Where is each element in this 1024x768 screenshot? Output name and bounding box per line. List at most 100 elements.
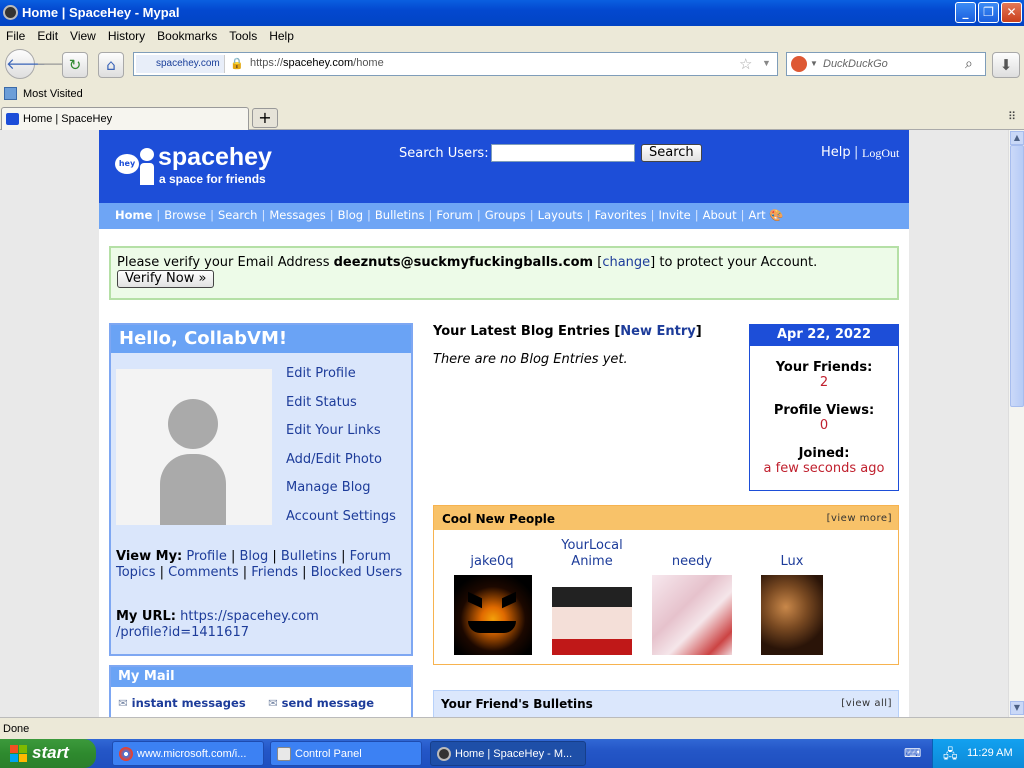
new-tab-button[interactable]: + bbox=[252, 108, 278, 128]
taskbar-item-spacehey[interactable]: Home | SpaceHey - M... bbox=[430, 741, 586, 766]
edit-links-link[interactable]: Edit Your Links bbox=[286, 423, 381, 438]
new-entry-link[interactable]: New Entry bbox=[620, 324, 695, 339]
avatar[interactable] bbox=[116, 369, 272, 525]
help-link[interactable]: Help bbox=[821, 145, 851, 160]
view-profile-link[interactable]: Profile bbox=[186, 549, 226, 564]
change-email-link[interactable]: change bbox=[602, 255, 650, 270]
account-settings-link[interactable]: Account Settings bbox=[286, 509, 396, 524]
keyboard-icon[interactable]: ⌨ bbox=[904, 746, 921, 760]
search-input[interactable]: DuckDuckGo bbox=[823, 58, 888, 70]
edit-profile-link[interactable]: Edit Profile bbox=[286, 366, 356, 381]
friends-count: 2 bbox=[819, 375, 829, 390]
view-blog-link[interactable]: Blog bbox=[239, 549, 268, 564]
minimize-button[interactable]: _ bbox=[955, 2, 976, 23]
nav-favorites[interactable]: Favorites bbox=[595, 208, 647, 222]
envelope-icon: ✉ bbox=[118, 696, 128, 710]
edit-photo-link[interactable]: Add/Edit Photo bbox=[286, 452, 382, 467]
nav-blog[interactable]: Blog bbox=[338, 208, 363, 222]
search-users-input[interactable] bbox=[491, 144, 635, 162]
search-icon[interactable]: ⌕ bbox=[965, 55, 973, 72]
person-photo-needy[interactable] bbox=[652, 575, 732, 655]
menu-history[interactable]: History bbox=[102, 26, 151, 43]
stats-box: Apr 22, 2022 Your Friends: 2 Profile Vie… bbox=[749, 324, 899, 491]
instant-messages-link[interactable]: instant messages bbox=[132, 696, 246, 710]
start-button[interactable]: start bbox=[0, 739, 96, 768]
site-identity-badge[interactable]: spacehey.com bbox=[136, 55, 225, 73]
view-comments-link[interactable]: Comments bbox=[168, 565, 238, 580]
person-card-needy[interactable]: needy bbox=[644, 554, 740, 569]
network-icon[interactable]: 🖧 bbox=[943, 745, 958, 767]
person-photo-jake0q[interactable] bbox=[454, 575, 532, 655]
site-header: hey spacehey a space for friends Search … bbox=[99, 130, 909, 203]
menu-edit[interactable]: Edit bbox=[31, 26, 64, 43]
person-card-yourlocal-anime[interactable]: YourLocal Anime bbox=[544, 538, 640, 570]
logo-name[interactable]: spacehey bbox=[158, 143, 272, 172]
scroll-up-arrow-icon[interactable]: ▲ bbox=[1010, 131, 1024, 145]
view-all-link[interactable]: [view all] bbox=[841, 698, 892, 709]
clock[interactable]: 11:29 AM bbox=[967, 747, 1013, 759]
view-blocked-users-link[interactable]: Blocked Users bbox=[311, 565, 402, 580]
manage-blog-link[interactable]: Manage Blog bbox=[286, 480, 371, 495]
scrollbar-thumb[interactable] bbox=[1010, 145, 1024, 407]
nav-groups[interactable]: Groups bbox=[485, 208, 526, 222]
duckduckgo-icon[interactable] bbox=[791, 56, 807, 72]
person-photo-yourlocal-anime[interactable] bbox=[552, 575, 632, 655]
nav-search[interactable]: Search bbox=[218, 208, 258, 222]
engine-dropdown-icon[interactable]: ▼ bbox=[810, 59, 818, 68]
menu-file[interactable]: File bbox=[0, 26, 31, 43]
menu-view[interactable]: View bbox=[64, 26, 102, 43]
nav-messages[interactable]: Messages bbox=[269, 208, 325, 222]
nav-invite[interactable]: Invite bbox=[658, 208, 690, 222]
person-photo-lux[interactable] bbox=[761, 575, 823, 655]
bookmarks-toolbar: Most Visited bbox=[0, 84, 1024, 104]
home-button[interactable]: ⌂ bbox=[98, 52, 124, 78]
nav-about[interactable]: About bbox=[703, 208, 737, 222]
unverified-email: deeznuts@suckmyfuckingballs.com bbox=[333, 255, 594, 270]
web-content: hey spacehey a space for friends Search … bbox=[0, 130, 1008, 717]
scroll-down-arrow-icon[interactable]: ▼ bbox=[1010, 701, 1024, 715]
menu-tools[interactable]: Tools bbox=[223, 26, 263, 43]
search-engine-box[interactable]: ▼ DuckDuckGo ⌕ bbox=[786, 52, 986, 76]
url-dropdown-icon[interactable]: ▼ bbox=[762, 58, 771, 68]
person-card-lux[interactable]: Lux bbox=[744, 554, 840, 569]
taskbar-item-microsoft[interactable]: www.microsoft.com/i... bbox=[112, 741, 264, 766]
view-friends-link[interactable]: Friends bbox=[251, 565, 298, 580]
window-title-bar: Home | SpaceHey - Mypal _ ❐ ✕ bbox=[0, 0, 1024, 26]
spacehey-favicon-icon bbox=[6, 113, 19, 125]
site-nav: Home | Browse | Search | Messages | Blog | Bulleti… bbox=[99, 203, 909, 229]
reload-button[interactable]: ↻ bbox=[62, 52, 88, 78]
view-more-link[interactable]: [view more] bbox=[827, 513, 892, 524]
taskbar: start www.microsoft.com/i... Control Pan… bbox=[0, 739, 1024, 768]
nav-layouts[interactable]: Layouts bbox=[538, 208, 583, 222]
most-visited-bookmark[interactable]: Most Visited bbox=[23, 88, 83, 100]
downloads-icon[interactable]: ⬇ bbox=[992, 52, 1020, 78]
taskbar-item-control-panel[interactable]: Control Panel bbox=[270, 741, 422, 766]
menu-bookmarks[interactable]: Bookmarks bbox=[151, 26, 223, 43]
nav-forum[interactable]: Forum bbox=[436, 208, 472, 222]
view-bulletins-link[interactable]: Bulletins bbox=[281, 549, 337, 564]
nav-art[interactable]: Art bbox=[748, 208, 765, 222]
lock-icon: 🔒 bbox=[230, 58, 244, 70]
person-card-jake0q[interactable]: jake0q bbox=[444, 554, 540, 569]
send-message-link[interactable]: send message bbox=[282, 696, 374, 710]
url-text[interactable]: https://spacehey.com/home bbox=[250, 57, 384, 69]
menu-help[interactable]: Help bbox=[263, 26, 300, 43]
close-button[interactable]: ✕ bbox=[1001, 2, 1022, 23]
tab-home-spacehey[interactable]: Home | SpaceHey bbox=[1, 107, 249, 130]
back-button[interactable]: 🡐 bbox=[5, 49, 46, 79]
control-panel-icon bbox=[277, 747, 291, 761]
edit-status-link[interactable]: Edit Status bbox=[286, 395, 357, 410]
verify-now-button[interactable]: Verify Now » bbox=[117, 270, 215, 288]
url-bar[interactable]: spacehey.com 🔒 https://spacehey.com/home… bbox=[133, 52, 778, 76]
nav-browse[interactable]: Browse bbox=[164, 208, 206, 222]
send-message-icon: ✉ bbox=[268, 696, 278, 710]
bookmark-star-icon[interactable]: ☆ bbox=[739, 55, 752, 73]
page-scrollbar[interactable]: ▲ ▼ bbox=[1008, 130, 1024, 717]
nav-bulletins[interactable]: Bulletins bbox=[375, 208, 425, 222]
forward-button[interactable]: 🡒 bbox=[36, 52, 76, 78]
logout-link[interactable]: LogOut bbox=[862, 146, 899, 161]
maximize-button[interactable]: ❐ bbox=[978, 2, 999, 23]
nav-home[interactable]: Home bbox=[115, 208, 152, 222]
search-users-button[interactable]: Search bbox=[641, 144, 702, 162]
tab-list-icon[interactable]: ⠿ bbox=[1008, 110, 1016, 123]
